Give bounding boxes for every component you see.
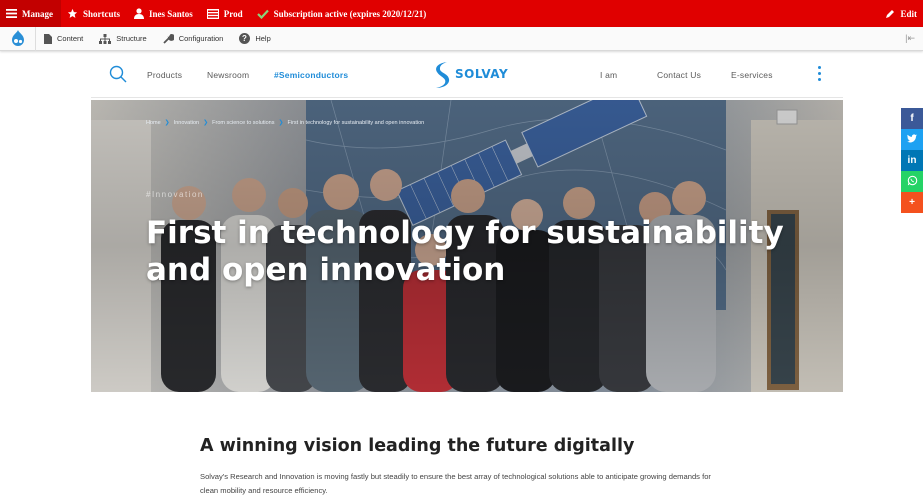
pencil-icon	[885, 9, 895, 19]
site-header: Products Newsroom #Semiconductors SOLVAY…	[91, 52, 843, 98]
help-label: Help	[255, 34, 271, 43]
breadcrumb-science-link[interactable]: From science to solutions	[212, 120, 274, 126]
breadcrumb-home-link[interactable]: Home	[146, 120, 161, 126]
shortcuts-button[interactable]: Shortcuts	[61, 0, 128, 27]
nav-i-am-link[interactable]: I am	[600, 70, 617, 80]
breadcrumb: Home ❯ Innovation ❯ From science to solu…	[146, 119, 425, 127]
user-label: Ines Santos	[149, 8, 193, 19]
drupal-logo-icon[interactable]	[0, 26, 36, 51]
wrench-icon	[163, 33, 174, 44]
env-button[interactable]: Prod	[201, 0, 251, 27]
sitemap-icon	[99, 33, 112, 44]
user-button[interactable]: Ines Santos	[128, 0, 201, 27]
article-body: Solvay's Research and Innovation is movi…	[200, 472, 711, 495]
star-icon	[67, 8, 78, 19]
help-icon: ?	[239, 33, 251, 44]
svg-text:?: ?	[242, 34, 247, 43]
shortcuts-label: Shortcuts	[83, 8, 121, 19]
more-share-button[interactable]: +	[901, 192, 923, 213]
orientation-toggle-icon[interactable]: |⇤	[905, 33, 923, 44]
facebook-icon: f	[910, 113, 914, 124]
more-menu-icon[interactable]	[818, 66, 822, 84]
chevron-right-icon: ❯	[278, 120, 284, 126]
content-menu-item[interactable]: Content	[36, 27, 91, 51]
hero-tag[interactable]: #Innovation	[146, 190, 204, 199]
user-icon	[134, 8, 145, 19]
twitter-share-button[interactable]	[901, 129, 923, 150]
article-title: A winning vision leading the future digi…	[200, 436, 635, 456]
linkedin-icon: in	[907, 155, 917, 166]
whatsapp-share-button[interactable]	[901, 171, 923, 192]
share-bar: f in +	[901, 108, 923, 213]
hero-title: First in technology for sustainability a…	[146, 215, 784, 288]
subscription-status[interactable]: Subscription active (expires 2020/12/21)	[251, 0, 435, 27]
admin-toolbar: Manage Shortcuts Ines Santos Prod Subscr…	[0, 0, 923, 27]
nav-semiconductors-link[interactable]: #Semiconductors	[274, 70, 348, 80]
structure-label: Structure	[116, 34, 147, 43]
subscription-label: Subscription active (expires 2020/12/21)	[273, 8, 427, 19]
content-label: Content	[57, 34, 84, 43]
manage-button[interactable]: Manage	[0, 0, 61, 27]
configuration-menu-item[interactable]: Configuration	[155, 27, 232, 51]
facebook-share-button[interactable]: f	[901, 108, 923, 129]
env-label: Prod	[223, 8, 243, 19]
nav-newsroom-link[interactable]: Newsroom	[207, 70, 249, 80]
breadcrumb-current: First in technology for sustainability a…	[287, 119, 425, 126]
menu-icon	[6, 9, 17, 18]
help-menu-item[interactable]: ? Help	[231, 27, 278, 51]
linkedin-share-button[interactable]: in	[901, 150, 923, 171]
edit-button[interactable]: Edit	[879, 0, 923, 27]
whatsapp-icon	[907, 175, 918, 189]
plus-icon: +	[909, 197, 915, 208]
solvay-logo[interactable]: SOLVAY	[431, 60, 508, 88]
nav-contact-link[interactable]: Contact Us	[657, 70, 701, 80]
edit-label: Edit	[900, 8, 917, 19]
hero-banner: Home ❯ Innovation ❯ From science to solu…	[91, 100, 843, 392]
document-icon	[44, 33, 52, 44]
secondary-toolbar: Content Structure Configuration ? Help |…	[0, 26, 923, 51]
nav-products-link[interactable]: Products	[147, 70, 182, 80]
chevron-right-icon: ❯	[164, 120, 170, 126]
breadcrumb-innovation-link[interactable]: Innovation	[174, 120, 199, 126]
configuration-label: Configuration	[178, 34, 224, 43]
search-icon[interactable]	[109, 65, 127, 88]
chevron-right-icon: ❯	[203, 120, 209, 126]
manage-label: Manage	[22, 8, 53, 19]
solvay-logo-icon	[436, 62, 450, 88]
environment-icon	[206, 8, 219, 19]
nav-eservices-link[interactable]: E-services	[731, 70, 773, 80]
structure-menu-item[interactable]: Structure	[91, 27, 154, 51]
twitter-icon	[907, 133, 917, 146]
checkmark-icon	[256, 9, 269, 19]
logo-text: SOLVAY	[455, 67, 509, 81]
